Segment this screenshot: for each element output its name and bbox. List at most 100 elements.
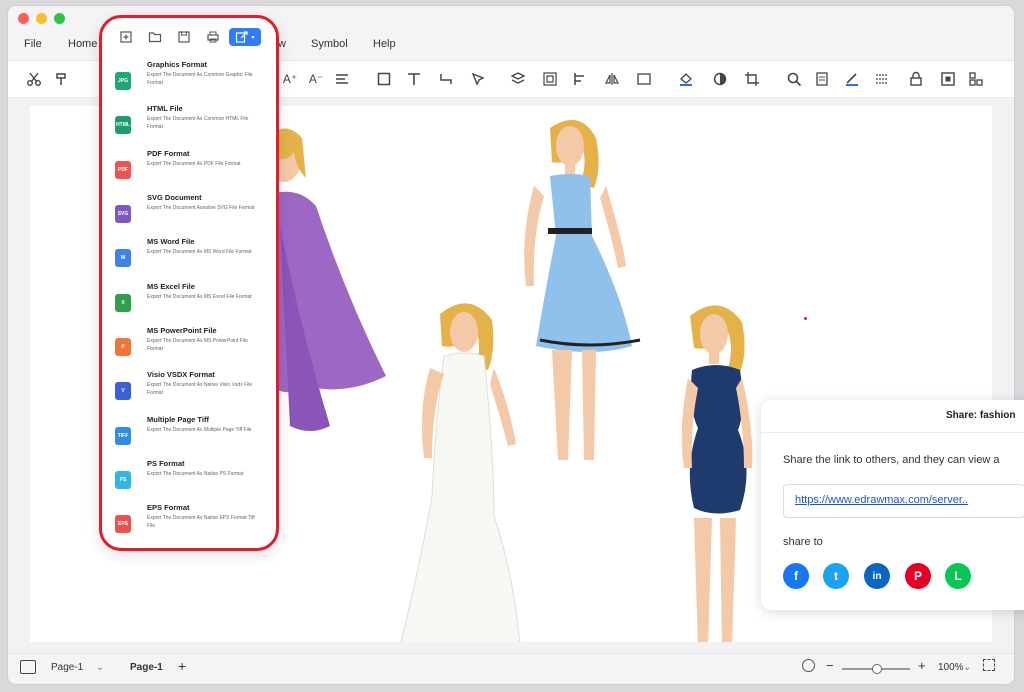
status-bar: Page-1 ⌄ Page-1 + − + 100% ⌄ bbox=[8, 653, 1014, 684]
export-icon[interactable]: ▾ bbox=[229, 28, 261, 46]
format-painter-icon[interactable] bbox=[52, 69, 72, 89]
excel-file-icon: X bbox=[115, 294, 131, 312]
page-tab[interactable]: Page-1 bbox=[130, 662, 163, 673]
font-grow-icon[interactable]: A⁺ bbox=[280, 69, 300, 89]
page-select[interactable]: Page-1 bbox=[51, 662, 83, 673]
flip-icon[interactable] bbox=[602, 69, 622, 89]
word-file-icon: W bbox=[115, 249, 131, 267]
zoom-level[interactable]: 100% bbox=[938, 662, 964, 673]
layers-icon[interactable] bbox=[508, 69, 528, 89]
zoom-in-button[interactable]: + bbox=[918, 658, 926, 673]
frame-icon[interactable] bbox=[938, 69, 958, 89]
powerpoint-file-icon: P bbox=[115, 338, 131, 356]
more-tools-icon[interactable] bbox=[966, 69, 986, 89]
search-icon[interactable] bbox=[784, 69, 804, 89]
export-eps-format[interactable]: EPS EPS Format Export The Document As Na… bbox=[102, 503, 276, 547]
export-html-file[interactable]: HTML HTML File Export The Document As Co… bbox=[102, 104, 276, 148]
export-item-desc: Export The Document As Common Graphic Fi… bbox=[147, 72, 253, 86]
share-link[interactable]: https://www.edrawmax.com/server.. bbox=[795, 494, 968, 506]
export-ms-excel-file[interactable]: X MS Excel File Export The Document As M… bbox=[102, 282, 276, 326]
twitter-icon[interactable]: t bbox=[823, 563, 849, 589]
export-item-desc: Export The Document As MS Word File Form… bbox=[147, 249, 252, 255]
menu-symbol[interactable]: Symbol bbox=[311, 38, 348, 50]
zoom-chevron-icon[interactable]: ⌄ bbox=[963, 662, 971, 673]
export-item-title: MS PowerPoint File bbox=[147, 326, 217, 335]
shape-style-icon[interactable] bbox=[710, 69, 730, 89]
pdf-file-icon: PDF bbox=[115, 161, 131, 179]
line-color-icon[interactable] bbox=[842, 69, 862, 89]
visio-file-icon: V bbox=[115, 382, 131, 400]
lock-icon[interactable] bbox=[906, 69, 926, 89]
export-menu-toolbar: ▾ bbox=[102, 18, 276, 56]
export-svg-document[interactable]: SVG SVG Document Export The Document Asn… bbox=[102, 193, 276, 237]
export-pdf-format[interactable]: PDF PDF Format Export The Document As PD… bbox=[102, 149, 276, 193]
menu-home[interactable]: Home bbox=[68, 38, 97, 50]
export-ms-powerpoint-file[interactable]: P MS PowerPoint File Export The Document… bbox=[102, 326, 276, 370]
save-icon[interactable] bbox=[174, 28, 194, 46]
purple-gown-figure bbox=[266, 128, 386, 431]
svg-file-icon: SVG bbox=[115, 205, 131, 223]
export-item-title: Multiple Page Tiff bbox=[147, 415, 209, 424]
export-item-desc: Export The Document As MS PowerPoint Fil… bbox=[147, 338, 248, 352]
navy-dress-figure bbox=[681, 305, 753, 648]
linkedin-icon[interactable]: in bbox=[864, 563, 890, 589]
share-link-field[interactable]: https://www.edrawmax.com/server.. bbox=[783, 484, 1024, 518]
fill-color-icon[interactable] bbox=[676, 69, 696, 89]
export-item-desc: Export The Document As Native PS Format bbox=[147, 471, 244, 477]
font-shrink-icon[interactable]: A⁻ bbox=[306, 69, 326, 89]
pointer-icon[interactable] bbox=[468, 69, 488, 89]
export-ps-format[interactable]: PS PS Format Export The Document As Nati… bbox=[102, 459, 276, 503]
export-graphics-format[interactable]: JPG Graphics Format Export The Document … bbox=[102, 60, 276, 104]
add-page-button[interactable]: + bbox=[178, 658, 186, 674]
minimize-window-button[interactable] bbox=[36, 13, 47, 24]
image-icon[interactable] bbox=[634, 69, 654, 89]
export-ms-word-file[interactable]: W MS Word File Export The Document As MS… bbox=[102, 237, 276, 281]
new-page-icon[interactable] bbox=[116, 28, 136, 46]
facebook-icon[interactable]: f bbox=[783, 563, 809, 589]
export-item-title: HTML File bbox=[147, 104, 183, 113]
line-icon[interactable]: L bbox=[945, 563, 971, 589]
eps-file-icon: EPS bbox=[115, 515, 131, 533]
share-title: Share: fashion bbox=[946, 410, 1016, 421]
cut-icon[interactable] bbox=[24, 69, 44, 89]
page-layout-icon[interactable] bbox=[20, 660, 36, 674]
pinterest-icon[interactable]: P bbox=[905, 563, 931, 589]
export-visio-vsdx-format[interactable]: V Visio VSDX Format Export The Document … bbox=[102, 370, 276, 414]
fullscreen-icon[interactable] bbox=[983, 659, 995, 671]
align-icon[interactable] bbox=[332, 69, 352, 89]
export-multiple-page-tiff[interactable]: TIFF Multiple Page Tiff Export The Docum… bbox=[102, 415, 276, 459]
share-description: Share the link to others, and they can v… bbox=[783, 454, 1000, 466]
connector-icon[interactable] bbox=[436, 69, 456, 89]
share-panel: Share: fashion Share the link to others,… bbox=[761, 400, 1024, 610]
chevron-down-icon[interactable]: ⌄ bbox=[96, 662, 104, 673]
print-icon[interactable] bbox=[203, 28, 223, 46]
line-style-icon[interactable] bbox=[872, 69, 892, 89]
document-icon[interactable] bbox=[812, 69, 832, 89]
crop-icon[interactable] bbox=[742, 69, 762, 89]
export-item-title: PDF Format bbox=[147, 149, 190, 158]
export-item-desc: Export The Document Asnative SVG File Fo… bbox=[147, 205, 255, 211]
export-item-desc: Export The Document As Common HTML File … bbox=[147, 116, 249, 130]
rectangle-icon[interactable] bbox=[374, 69, 394, 89]
jpg-file-icon: JPG bbox=[115, 72, 131, 90]
align-left-icon[interactable] bbox=[570, 69, 590, 89]
red-marker bbox=[804, 317, 807, 320]
menu-view[interactable]: w bbox=[278, 38, 286, 50]
text-icon[interactable] bbox=[404, 69, 424, 89]
export-menu: ▾ JPG Graphics Format Export The Documen… bbox=[99, 15, 279, 551]
tiff-file-icon: TIFF bbox=[115, 427, 131, 445]
export-item-desc: Export The Document As MS Excel File For… bbox=[147, 294, 252, 300]
white-gown-figure bbox=[399, 303, 521, 652]
group-icon[interactable] bbox=[540, 69, 560, 89]
maximize-window-button[interactable] bbox=[54, 13, 65, 24]
export-item-title: Graphics Format bbox=[147, 60, 208, 69]
ps-file-icon: PS bbox=[115, 471, 131, 489]
zoom-out-button[interactable]: − bbox=[826, 658, 834, 673]
play-icon[interactable] bbox=[802, 659, 815, 672]
export-item-desc: Export The Document As Native EPS Format… bbox=[147, 515, 255, 529]
menu-file[interactable]: File bbox=[24, 38, 42, 50]
menu-help[interactable]: Help bbox=[373, 38, 396, 50]
open-folder-icon[interactable] bbox=[145, 28, 165, 46]
zoom-slider-handle[interactable] bbox=[872, 664, 882, 674]
close-window-button[interactable] bbox=[18, 13, 29, 24]
